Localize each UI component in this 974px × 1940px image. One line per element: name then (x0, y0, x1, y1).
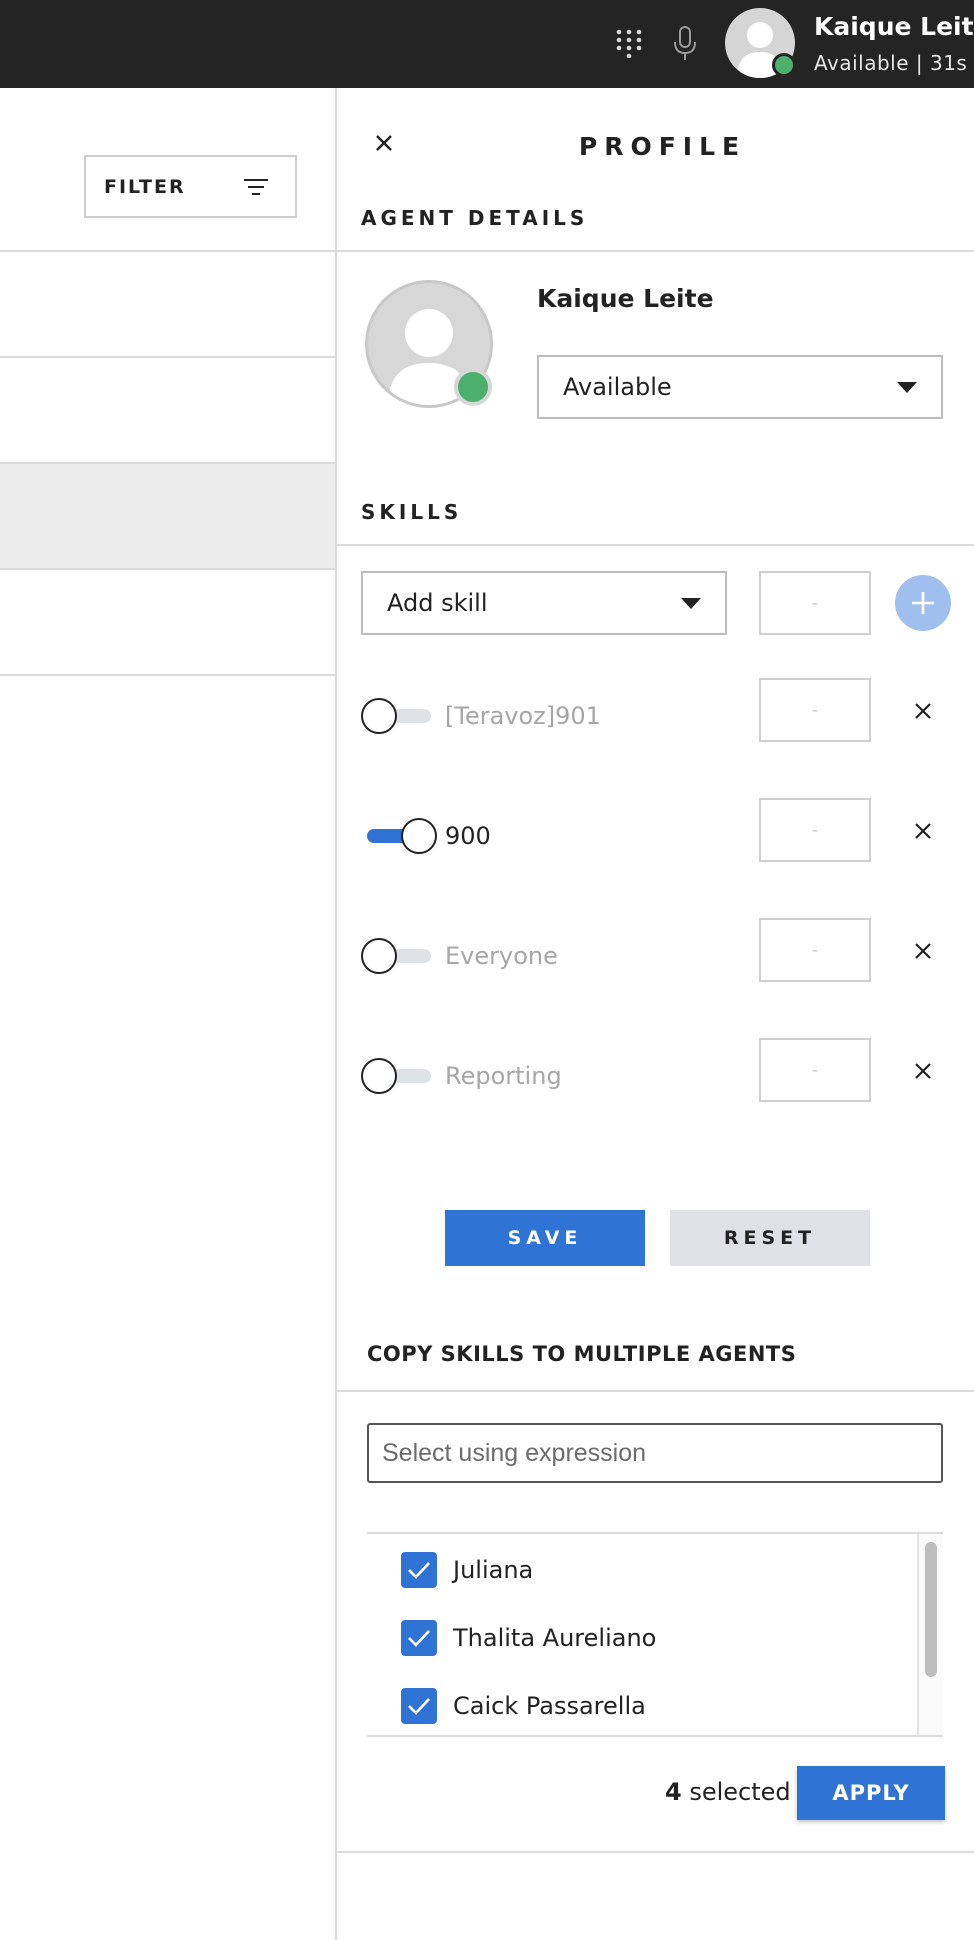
header-user-status: Available | 31s (814, 51, 968, 75)
agent-name-label: Thalita Aureliano (453, 1624, 657, 1652)
dialpad-icon[interactable] (614, 28, 644, 58)
apply-button[interactable]: APPLY (797, 1766, 945, 1820)
level-placeholder: - (811, 592, 819, 614)
skills-heading: SKILLS (361, 500, 463, 524)
remove-skill-icon[interactable] (911, 1059, 935, 1083)
selected-count: 4 selected (665, 1778, 791, 1806)
agent-status-indicator (454, 368, 492, 406)
checkbox-checked[interactable] (401, 1620, 437, 1656)
list-row[interactable] (0, 252, 335, 358)
skill-level-input[interactable]: - (759, 798, 871, 862)
skill-row: [Teravoz]901 - (337, 674, 974, 754)
skill-level-value: - (811, 819, 819, 841)
divider (337, 544, 974, 546)
remove-skill-icon[interactable] (911, 939, 935, 963)
skill-toggle[interactable] (361, 938, 431, 974)
skill-row: Everyone - (337, 914, 974, 994)
agent-details-heading: AGENT DETAILS (361, 206, 589, 230)
checkbox-checked[interactable] (401, 1552, 437, 1588)
chevron-down-icon (681, 598, 701, 609)
panel-title: PROFILE (578, 132, 747, 161)
list-row[interactable] (0, 570, 335, 676)
remove-skill-icon[interactable] (911, 819, 935, 843)
checkmark-icon (408, 1630, 430, 1647)
skill-row: Reporting - (337, 1034, 974, 1114)
skill-name: Reporting (445, 1062, 562, 1090)
agent-list: Juliana Thalita Aureliano Caick Passarel… (367, 1532, 943, 1737)
skill-level-input[interactable]: - (759, 918, 871, 982)
filter-lines-icon (244, 179, 268, 195)
left-pane: FILTER (0, 88, 335, 1940)
skill-level-value: - (811, 1059, 819, 1081)
add-skill-button[interactable] (895, 575, 951, 631)
agent-list-item[interactable]: Caick Passarella (401, 1682, 901, 1732)
skill-level-input[interactable]: - (759, 678, 871, 742)
skill-toggle[interactable] (361, 1058, 431, 1094)
skill-toggle[interactable] (361, 818, 437, 854)
add-skill-select[interactable]: Add skill (361, 571, 727, 635)
skill-level-input[interactable]: - (759, 1038, 871, 1102)
top-bar: Kaique Leite Available | 31s (0, 0, 974, 88)
chevron-down-icon (897, 382, 917, 393)
plus-icon (912, 592, 934, 614)
header-user-name: Kaique Leite (814, 12, 974, 41)
checkmark-icon (408, 1698, 430, 1715)
skill-name: 900 (445, 822, 491, 850)
list-row[interactable] (0, 358, 335, 464)
checkbox-checked[interactable] (401, 1688, 437, 1724)
skill-level-value: - (811, 699, 819, 721)
remove-skill-icon[interactable] (911, 699, 935, 723)
agent-list-item[interactable]: Juliana (401, 1546, 901, 1596)
divider (337, 1390, 974, 1392)
online-status-indicator (772, 53, 796, 77)
reset-button[interactable]: RESET (670, 1210, 870, 1266)
scrollbar-thumb[interactable] (925, 1542, 937, 1677)
skill-toggle[interactable] (361, 698, 431, 734)
agent-list-item[interactable]: Thalita Aureliano (401, 1614, 901, 1664)
profile-panel: PROFILE AGENT DETAILS Kaique Leite Avail… (335, 88, 974, 1940)
skill-name: Everyone (445, 942, 558, 970)
add-skill-level-input[interactable]: - (759, 571, 871, 635)
filter-label: FILTER (104, 176, 186, 198)
microphone-icon[interactable] (670, 24, 700, 64)
skill-name: [Teravoz]901 (445, 702, 601, 730)
copy-skills-heading: COPY SKILLS TO MULTIPLE AGENTS (367, 1342, 797, 1366)
checkmark-icon (408, 1562, 430, 1579)
agent-name-label: Caick Passarella (453, 1692, 646, 1720)
filter-button[interactable]: FILTER (84, 155, 297, 218)
agent-name-label: Juliana (453, 1556, 534, 1584)
selected-count-label: selected (689, 1778, 791, 1806)
expression-input[interactable] (367, 1423, 943, 1483)
agent-name: Kaique Leite (537, 284, 714, 313)
divider (337, 250, 974, 252)
skill-row: 900 - (337, 794, 974, 874)
status-select-value: Available (563, 373, 672, 401)
skill-level-value: - (811, 939, 819, 961)
save-button[interactable]: SAVE (445, 1210, 645, 1266)
divider (337, 1851, 974, 1853)
list-row-selected[interactable] (0, 464, 335, 570)
status-select[interactable]: Available (537, 355, 943, 419)
selected-count-number: 4 (665, 1778, 682, 1806)
add-skill-value: Add skill (387, 589, 488, 617)
